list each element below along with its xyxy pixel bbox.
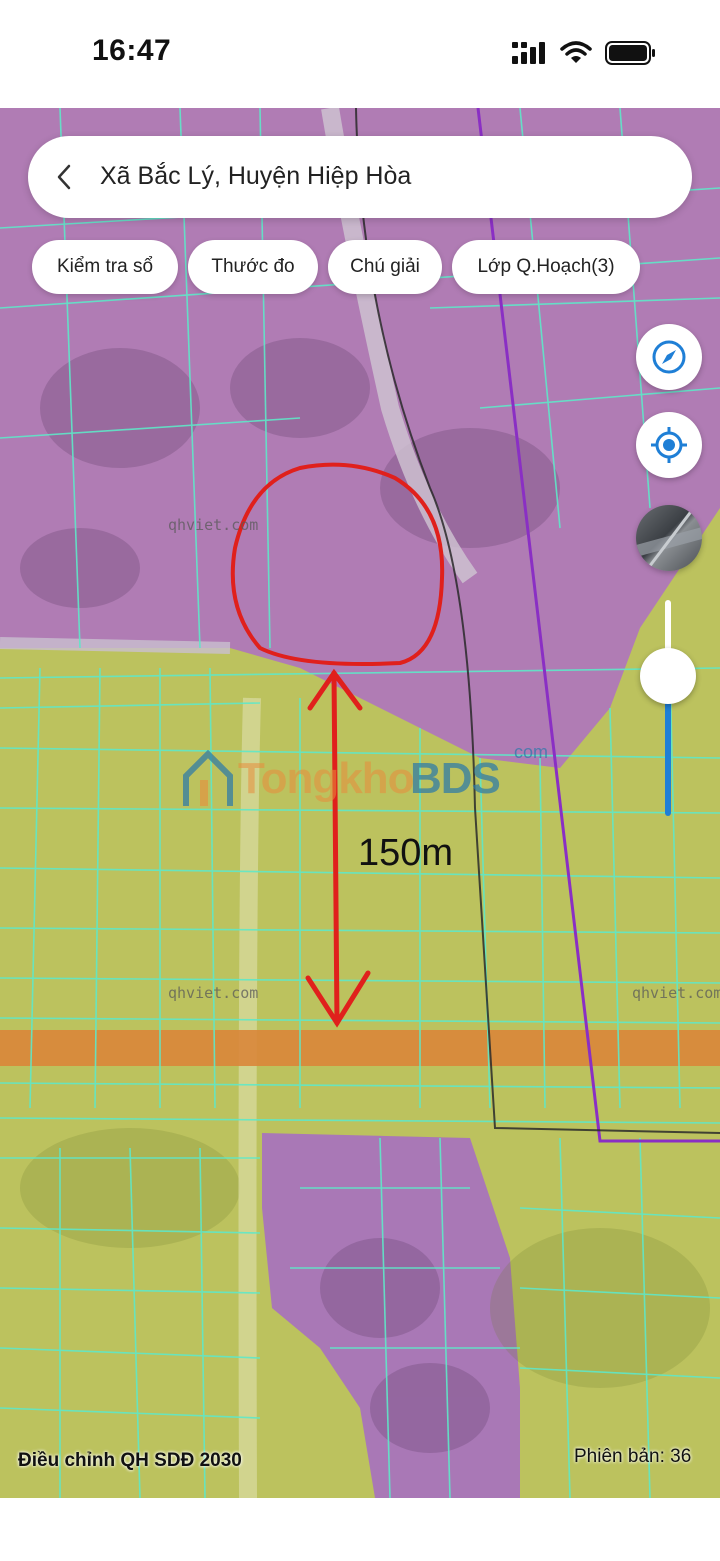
compass-icon [652, 340, 686, 374]
brand-watermark-part1: Tongkho [238, 754, 414, 803]
wifi-icon [560, 41, 592, 63]
plan-name-label: Điều chỉnh QH SDĐ 2030 [18, 1450, 242, 1471]
satellite-layer-icon[interactable] [636, 505, 702, 571]
compass-button[interactable] [636, 324, 702, 390]
check-title-deed-button[interactable]: Kiểm tra sổ [32, 240, 178, 294]
opacity-slider-handle[interactable] [640, 648, 696, 704]
watermark-text: qhviet.com [632, 984, 720, 1002]
chevron-left-icon[interactable] [50, 162, 80, 192]
planning-layers-button[interactable]: Lớp Q.Hoạch(3) [452, 240, 640, 294]
search-bar[interactable]: Xã Bắc Lý, Huyện Hiệp Hòa [28, 136, 692, 218]
battery-icon [605, 41, 655, 65]
legend-button[interactable]: Chú giải [328, 240, 442, 294]
status-time: 16:47 [92, 34, 172, 67]
brand-watermark: Tongkho BDS com [182, 742, 548, 812]
location-title: Xã Bắc Lý, Huyện Hiệp Hòa [100, 162, 412, 190]
distance-annotation-label: 150m [358, 832, 454, 874]
version-label: Phiên bản: 36 [574, 1446, 692, 1467]
watermark-text: qhviet.com [168, 984, 259, 1002]
measure-button[interactable]: Thước đo [188, 240, 318, 294]
status-bar: 16:47 [0, 0, 720, 108]
locate-crosshair-icon [651, 427, 687, 463]
brand-watermark-part2: BDS [410, 754, 501, 803]
status-icons [512, 41, 655, 65]
watermark-text: qhviet.com [168, 516, 259, 534]
bottom-safe-area [0, 1498, 720, 1561]
brand-logo-icon [183, 750, 233, 806]
cellular-signal-icon [512, 42, 545, 64]
brand-watermark-suffix: com [514, 742, 549, 762]
locate-button[interactable] [636, 412, 702, 478]
